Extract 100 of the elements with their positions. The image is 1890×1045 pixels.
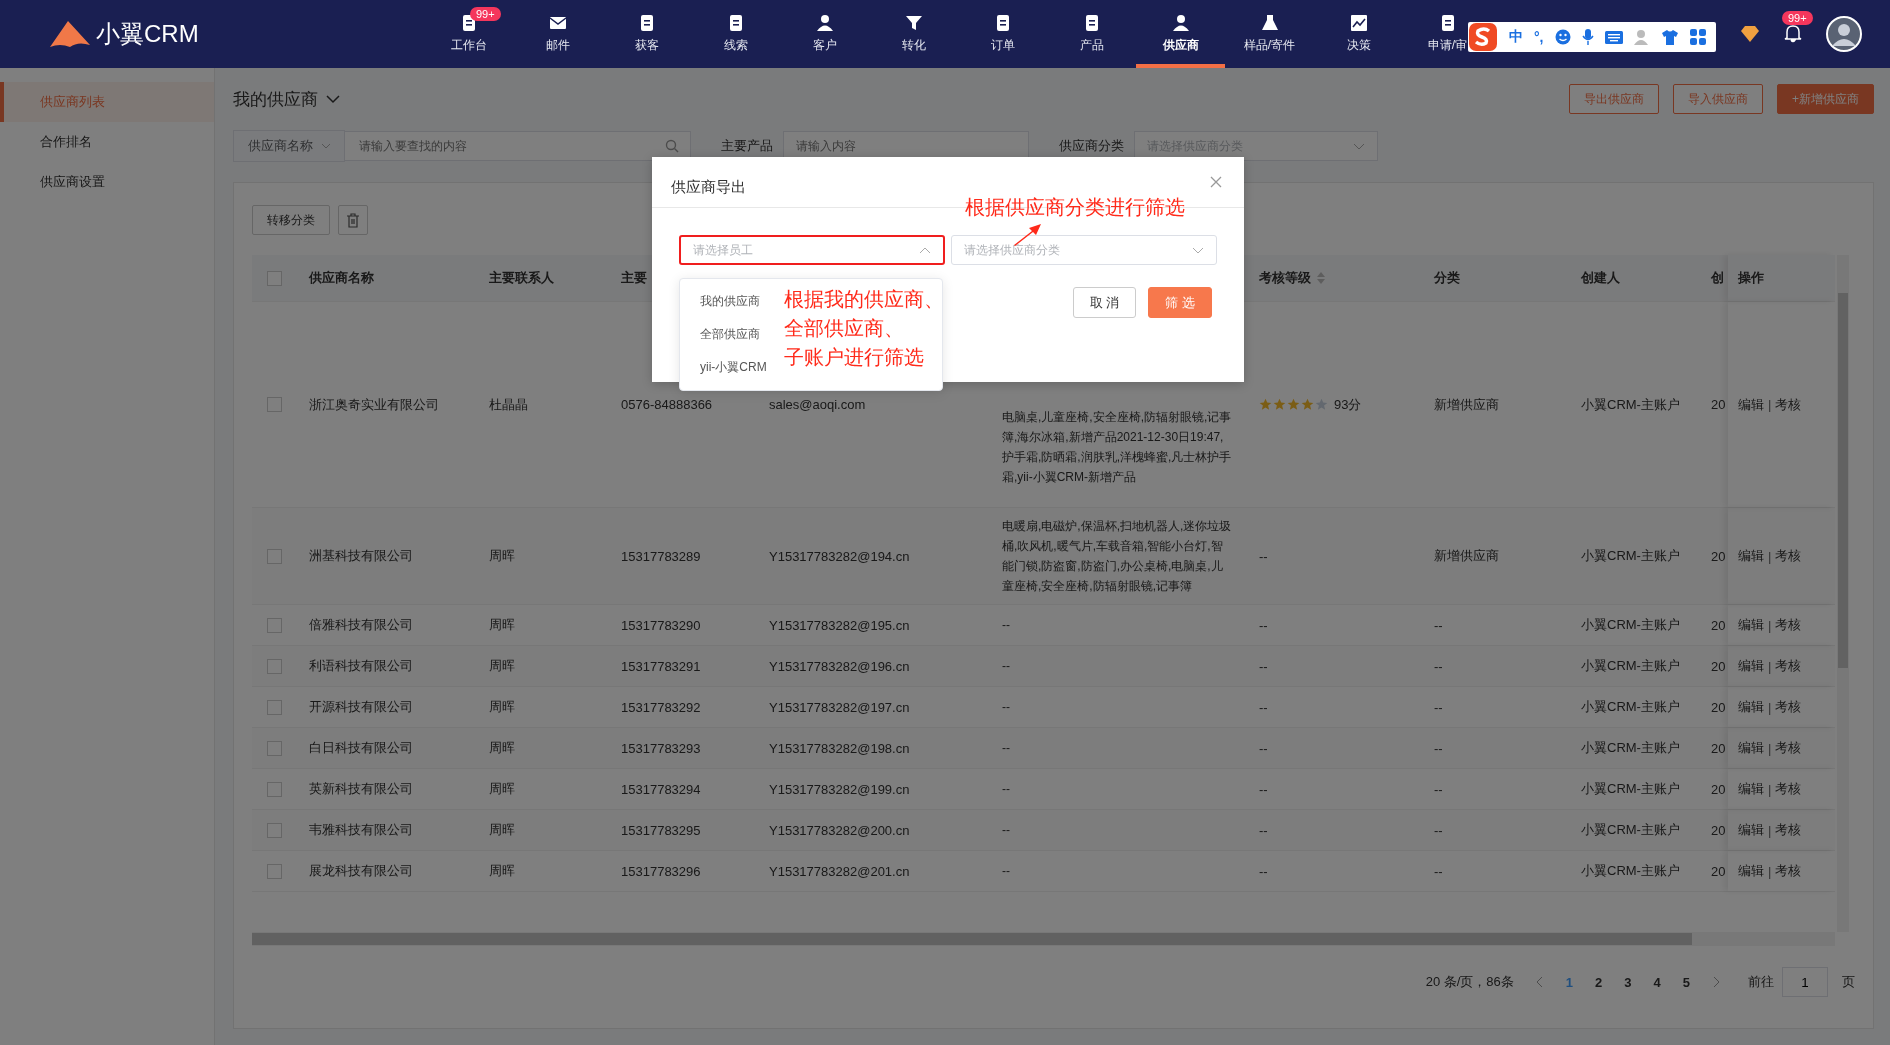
- nav-tab[interactable]: 线索: [691, 0, 780, 68]
- checkbox[interactable]: [267, 617, 282, 633]
- table-cell: 20: [1711, 781, 1726, 797]
- column-header: 主要联系人: [489, 269, 554, 287]
- action-link[interactable]: 考核: [1775, 547, 1802, 565]
- nav-tab[interactable]: 工作台 99+: [424, 0, 513, 68]
- action-link[interactable]: 编辑: [1738, 780, 1764, 798]
- table-cell: --: [1259, 863, 1268, 879]
- table-cell: 20: [1711, 740, 1726, 756]
- checkbox[interactable]: [267, 397, 282, 412]
- move-category-button[interactable]: 转移分类: [252, 205, 330, 235]
- table-cell: 15317783293: [621, 740, 701, 756]
- action-link[interactable]: 考核: [1775, 862, 1802, 880]
- grid-icon[interactable]: [1689, 29, 1706, 45]
- vertical-scrollbar[interactable]: [1837, 255, 1849, 932]
- table-cell: --: [1259, 548, 1268, 564]
- page-number[interactable]: 4: [1653, 974, 1661, 990]
- checkbox[interactable]: [267, 863, 282, 879]
- page-number[interactable]: 5: [1682, 974, 1690, 990]
- table-cell: 20: [1711, 397, 1726, 412]
- header-button[interactable]: +新增供应商: [1777, 84, 1874, 114]
- dropdown-item[interactable]: 我的供应商: [700, 285, 760, 318]
- header-button[interactable]: 导入供应商: [1673, 84, 1763, 114]
- separator-text: |: [1768, 699, 1772, 715]
- checkbox[interactable]: [267, 740, 282, 756]
- nav-tab[interactable]: 供应商: [1136, 0, 1225, 68]
- dropdown-item[interactable]: 全部供应商: [700, 318, 760, 351]
- sort-icon[interactable]: [1317, 272, 1325, 284]
- nav-tab[interactable]: 订单: [958, 0, 1047, 68]
- table-cell: --: [1434, 863, 1443, 879]
- table-cell: --: [1434, 658, 1443, 674]
- ime-language[interactable]: 中: [1509, 28, 1523, 46]
- action-link[interactable]: 编辑: [1738, 821, 1764, 839]
- checkbox[interactable]: [267, 548, 282, 564]
- table-cell: 小翼CRM-主账户: [1581, 780, 1680, 798]
- chevron-down-icon: [1353, 142, 1365, 150]
- nav-tab[interactable]: 客户: [780, 0, 869, 68]
- page-title[interactable]: 我的供应商: [233, 87, 318, 111]
- action-link[interactable]: 考核: [1775, 821, 1802, 839]
- cancel-button[interactable]: 取 消: [1072, 287, 1137, 318]
- chevron-down-icon: [1192, 246, 1204, 254]
- checkbox[interactable]: [267, 699, 282, 715]
- action-link[interactable]: 考核: [1775, 616, 1802, 634]
- nav-tab[interactable]: 转化: [869, 0, 958, 68]
- separator-text: |: [1768, 822, 1772, 838]
- action-link[interactable]: 考核: [1775, 657, 1802, 675]
- action-link[interactable]: 考核: [1775, 739, 1802, 757]
- horizontal-scrollbar[interactable]: [252, 932, 1835, 946]
- table-cell: --: [1259, 740, 1268, 756]
- header-button[interactable]: 导出供应商: [1569, 84, 1659, 114]
- smiley-icon[interactable]: [1554, 29, 1571, 45]
- table-cell: --: [1434, 617, 1443, 633]
- page-number[interactable]: 3: [1624, 974, 1632, 990]
- action-link[interactable]: 编辑: [1738, 657, 1764, 675]
- keyboard-icon[interactable]: [1604, 30, 1623, 44]
- bell-icon[interactable]: [1784, 22, 1802, 43]
- checkbox[interactable]: [267, 781, 282, 797]
- avatar[interactable]: [1826, 16, 1862, 52]
- dropdown-item[interactable]: yii-小翼CRM: [700, 351, 767, 384]
- shirt-icon[interactable]: [1660, 29, 1679, 45]
- action-link[interactable]: 编辑: [1738, 698, 1764, 716]
- page-number[interactable]: 2: [1595, 974, 1603, 990]
- table-cell: 倍雅科技有限公司: [309, 616, 413, 634]
- sidebar-item[interactable]: 合作排名: [0, 122, 214, 162]
- chevron-left-icon[interactable]: [1535, 976, 1544, 988]
- nav-tab[interactable]: 样品/寄件: [1225, 0, 1314, 68]
- action-link[interactable]: 编辑: [1738, 547, 1764, 565]
- action-link[interactable]: 编辑: [1738, 616, 1764, 634]
- chevron-right-icon[interactable]: [1712, 976, 1720, 988]
- microphone-icon[interactable]: [1581, 29, 1594, 45]
- sidebar-item[interactable]: 供应商设置: [0, 162, 214, 202]
- nav-tab[interactable]: 申请/审: [1403, 0, 1492, 68]
- nav-tab[interactable]: 获客: [602, 0, 691, 68]
- separator-text: |: [1768, 740, 1772, 756]
- delete-button[interactable]: [338, 205, 368, 235]
- user-icon[interactable]: [1633, 29, 1650, 45]
- annotation-text: 根据我的供应商、: [784, 287, 944, 312]
- action-link[interactable]: 考核: [1775, 780, 1802, 798]
- filter-button[interactable]: 筛 选: [1148, 287, 1212, 318]
- nav-tab[interactable]: 邮件: [513, 0, 602, 68]
- close-icon[interactable]: [1210, 176, 1222, 188]
- search-field[interactable]: 请输入要查找的内容: [345, 131, 691, 161]
- checkbox[interactable]: [267, 270, 282, 286]
- chevron-down-icon[interactable]: [326, 94, 340, 104]
- action-link[interactable]: 考核: [1775, 698, 1802, 716]
- nav-tab[interactable]: 决策: [1314, 0, 1403, 68]
- checkbox[interactable]: [267, 822, 282, 838]
- ime-punctuation[interactable]: °,: [1534, 29, 1544, 45]
- action-link[interactable]: 编辑: [1738, 739, 1764, 757]
- field-select[interactable]: 供应商名称: [233, 130, 345, 162]
- action-link[interactable]: 编辑: [1738, 862, 1764, 880]
- table-cell: 周晖: [489, 821, 515, 839]
- page-input[interactable]: 1: [1782, 967, 1828, 997]
- separator-text: |: [1768, 617, 1772, 633]
- table-cell: 开源科技有限公司: [309, 698, 413, 716]
- table-cell: 小翼CRM-主账户: [1581, 657, 1680, 675]
- checkbox[interactable]: [267, 658, 282, 674]
- action-link[interactable]: 考核: [1775, 395, 1802, 414]
- nav-tab[interactable]: 产品: [1047, 0, 1136, 68]
- action-link[interactable]: 编辑: [1738, 395, 1764, 414]
